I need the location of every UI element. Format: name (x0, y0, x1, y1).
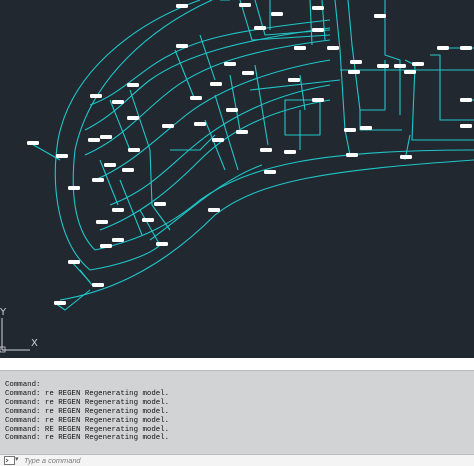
lot-label-tag (327, 46, 339, 50)
block-edge (384, 0, 401, 115)
lot-label-tag (90, 94, 102, 98)
lot-label-tag (412, 62, 424, 66)
drawing-canvas[interactable] (0, 0, 474, 358)
lot-label-tag (162, 124, 174, 128)
lot-label-tag (104, 163, 116, 167)
lot-label-tag (236, 130, 248, 134)
lot-label-tag (437, 46, 449, 50)
lot-label-tag (348, 70, 360, 74)
history-line: Command: re REGEN Regenerating model. (5, 389, 170, 398)
lot-line (229, 74, 241, 131)
lot-label-tag (400, 155, 412, 159)
lot-label-tag (374, 14, 386, 18)
lot-label-tag (156, 242, 168, 246)
lot-label-tag (92, 283, 104, 287)
lot-label-tag (112, 238, 124, 242)
lot-label-tag (56, 154, 68, 158)
lot-label-tag (254, 26, 266, 30)
lot-label-tag (122, 168, 134, 172)
command-input[interactable] (24, 455, 464, 465)
lot-label-tag (460, 46, 472, 50)
lot-label-tag (271, 12, 283, 16)
lot-label-tag (128, 148, 140, 152)
lot-label-tag (68, 186, 80, 190)
lot-line (174, 49, 196, 101)
lot-line (299, 74, 306, 111)
lot-label-tag (239, 3, 251, 7)
lot-label-tag (212, 138, 224, 142)
lot-label-tag (176, 44, 188, 48)
lot-label-tag (377, 64, 389, 68)
lot-label-tag (112, 100, 124, 104)
lot-label-tag (360, 126, 372, 130)
history-line: Command: re REGEN Regenerating model. (5, 398, 170, 407)
command-prompt-icon[interactable] (4, 456, 15, 465)
lot-label-tag (394, 64, 406, 68)
ucs-y-label: Y (0, 307, 7, 318)
lot-label-tag (176, 4, 188, 8)
chevron-down-icon[interactable]: ▾ (15, 455, 19, 463)
lot-label-tag (100, 244, 112, 248)
lot-label-tag (312, 98, 324, 102)
lot-line (119, 179, 143, 236)
block-edge (430, 54, 474, 121)
viewport-divider (0, 358, 474, 370)
lot-label-tag (190, 96, 202, 100)
lot-label-tag (264, 170, 276, 174)
lot-line (204, 119, 226, 171)
lot-label-tag (127, 83, 139, 87)
command-history-panel[interactable]: Command: Command: re REGEN Regenerating … (0, 370, 474, 454)
outer-road-edge (54, 0, 201, 271)
lot-label-tag (404, 70, 416, 74)
lot-label-tag (312, 6, 324, 10)
lot-label-tag (260, 148, 272, 152)
lot-label-tag (208, 208, 220, 212)
lot-label-tag (294, 46, 306, 50)
command-line-bar[interactable]: ▾ (0, 454, 474, 466)
lot-label-tag (154, 202, 166, 206)
lot-label-tag (284, 150, 296, 154)
lot-label-tag (288, 78, 300, 82)
lot-label-tag (460, 124, 472, 128)
ucs-x-label: X (31, 338, 38, 349)
lot-label-tag (194, 122, 206, 126)
lot-label-tag (142, 218, 154, 222)
lot-label-tag (350, 60, 362, 64)
lot-label-tag (346, 153, 358, 157)
history-line: Command: re REGEN Regenerating model. (5, 416, 170, 425)
model-space-viewport[interactable] (0, 0, 474, 358)
ucs-axis-icon (0, 318, 30, 353)
lot-label-tag (92, 178, 104, 182)
lot-label-tag (226, 108, 238, 112)
lot-line (109, 99, 131, 151)
inner-road-edge (59, 159, 474, 301)
lot-label-tag (27, 141, 39, 145)
road-edge (29, 142, 61, 161)
lot-label-tag (210, 82, 222, 86)
lot-label-tag (88, 138, 100, 142)
lot-label-tag (242, 71, 254, 75)
history-line: Command: RE REGEN Regenerating model. (5, 425, 170, 434)
lot-label-tag (127, 116, 139, 120)
lot-label-tag (96, 220, 108, 224)
history-line: Command: re REGEN Regenerating model. (5, 434, 170, 443)
lot-label-tag (54, 301, 66, 305)
lot-label-tag (460, 98, 472, 102)
lot-label-tag (344, 128, 356, 132)
lot-label-tag (112, 208, 124, 212)
lot-label-tag (312, 28, 324, 32)
history-line: Command: (5, 381, 41, 389)
history-line: Command: re REGEN Regenerating model. (5, 407, 170, 416)
lot-label-tag (100, 135, 112, 139)
lot-line (199, 34, 216, 81)
lot-label-tag (224, 62, 236, 66)
lot-label-tag (68, 260, 80, 264)
